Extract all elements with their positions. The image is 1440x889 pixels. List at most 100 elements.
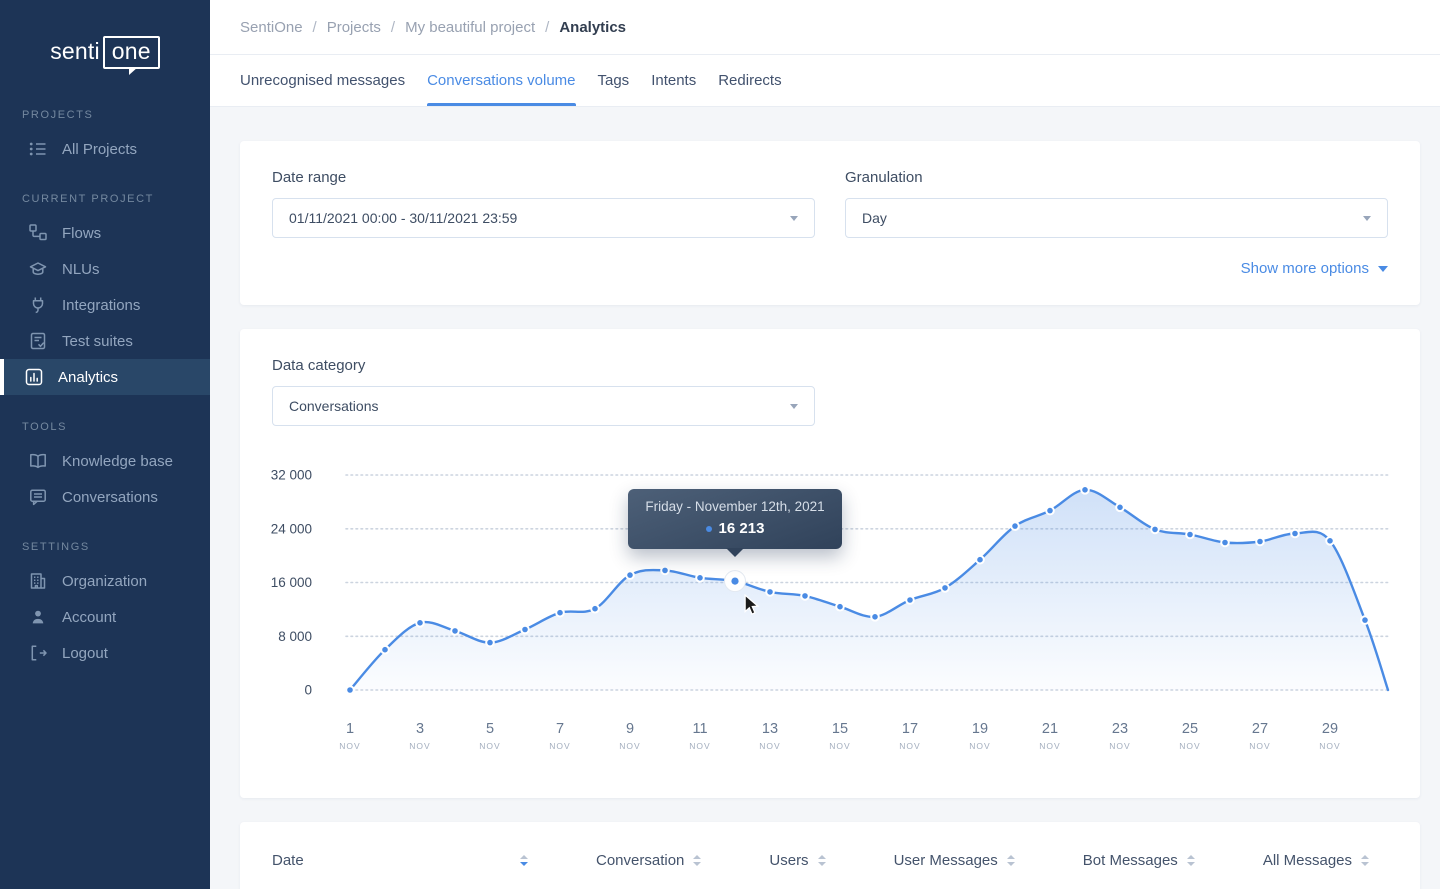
- column-header-date[interactable]: Date: [272, 852, 528, 869]
- sort-arrows-icon[interactable]: [818, 855, 826, 866]
- x-tick-month: NOV: [619, 741, 640, 751]
- sidebar-item-nlus[interactable]: NLUs: [0, 251, 210, 287]
- data-point: [1116, 504, 1124, 512]
- logo-text-senti: senti: [50, 38, 100, 64]
- chart-card: Data category Conversations 08 00016 000…: [240, 329, 1420, 798]
- y-tick-label: 8 000: [278, 629, 312, 644]
- column-header-conversation[interactable]: Conversation: [596, 852, 701, 869]
- sidebar-item-label: Flows: [62, 225, 101, 242]
- sidebar-item-all-projects[interactable]: All Projects: [0, 131, 210, 167]
- sidebar-item-analytics[interactable]: Analytics: [0, 359, 210, 395]
- data-point: [416, 619, 424, 627]
- x-tick-month: NOV: [689, 741, 710, 751]
- conversations-volume-chart[interactable]: 08 00016 00024 00032 0001NOV3NOV5NOV7NOV…: [272, 460, 1388, 770]
- column-header-all-messages[interactable]: All Messages: [1263, 852, 1369, 869]
- column-header-user-messages[interactable]: User Messages: [894, 852, 1015, 869]
- x-tick-day: 5: [486, 721, 494, 737]
- main-area: SentiOne/Projects/My beautiful project/A…: [210, 0, 1440, 889]
- data-point: [1011, 522, 1019, 530]
- date-range-value: 01/11/2021 00:00 - 30/11/2021 23:59: [289, 210, 517, 226]
- app-root: sentione PROJECTSAll ProjectsCURRENT PRO…: [0, 0, 1440, 889]
- date-range-field: Date range 01/11/2021 00:00 - 30/11/2021…: [272, 169, 815, 238]
- x-tick-month: NOV: [1179, 741, 1200, 751]
- chevron-down-icon: [1363, 216, 1371, 221]
- highlighted-point: [731, 578, 738, 585]
- breadcrumb-item-analytics: Analytics: [559, 19, 626, 36]
- tab-redirects[interactable]: Redirects: [718, 55, 781, 106]
- tab-conversations-volume[interactable]: Conversations volume: [427, 55, 575, 106]
- sidebar-item-label: Conversations: [62, 489, 158, 506]
- column-label: All Messages: [1263, 852, 1352, 869]
- x-tick-month: NOV: [969, 741, 990, 751]
- sort-arrows-icon[interactable]: [520, 855, 528, 866]
- show-more-options-link[interactable]: Show more options: [272, 260, 1388, 277]
- data-point: [941, 584, 949, 592]
- breadcrumb-item-my-beautiful-project[interactable]: My beautiful project: [405, 19, 535, 36]
- sidebar-item-account[interactable]: Account: [0, 599, 210, 635]
- column-header-users[interactable]: Users: [769, 852, 825, 869]
- granulation-select[interactable]: Day: [845, 198, 1388, 238]
- data-point: [1326, 537, 1334, 545]
- sidebar-item-label: Logout: [62, 645, 108, 662]
- data-point: [1046, 507, 1054, 515]
- x-tick-day: 19: [972, 721, 988, 737]
- tab-tags[interactable]: Tags: [598, 55, 630, 106]
- data-point: [626, 571, 634, 579]
- data-point: [381, 646, 389, 654]
- chat-bubble-icon: [29, 488, 47, 506]
- data-point: [556, 609, 564, 617]
- granulation-field: Granulation Day: [845, 169, 1388, 238]
- plug-icon: [29, 296, 47, 314]
- data-point: [976, 556, 984, 564]
- sidebar-item-knowledge-base[interactable]: Knowledge base: [0, 443, 210, 479]
- sidebar-section-tools: TOOLS: [0, 395, 210, 443]
- x-tick-day: 27: [1252, 721, 1268, 737]
- data-point: [906, 596, 914, 604]
- column-label: Users: [769, 852, 808, 869]
- data-point: [1081, 486, 1089, 494]
- sidebar-item-conversations[interactable]: Conversations: [0, 479, 210, 515]
- x-tick-day: 1: [346, 721, 354, 737]
- data-category-select[interactable]: Conversations: [272, 386, 815, 426]
- tab-intents[interactable]: Intents: [651, 55, 696, 106]
- sidebar-item-organization[interactable]: Organization: [0, 563, 210, 599]
- tab-unrecognised-messages[interactable]: Unrecognised messages: [240, 55, 405, 106]
- data-point: [766, 588, 774, 596]
- sidebar-item-test-suites[interactable]: Test suites: [0, 323, 210, 359]
- data-point: [696, 574, 704, 582]
- column-label: Date: [272, 852, 304, 869]
- sort-arrows-icon[interactable]: [1361, 855, 1369, 866]
- sidebar-section-settings: SETTINGS: [0, 515, 210, 563]
- sidebar-section-current-project: CURRENT PROJECT: [0, 167, 210, 215]
- sidebar-nav: PROJECTSAll ProjectsCURRENT PROJECTFlows…: [0, 83, 210, 671]
- date-range-select[interactable]: 01/11/2021 00:00 - 30/11/2021 23:59: [272, 198, 815, 238]
- sort-arrows-icon[interactable]: [1007, 855, 1015, 866]
- sidebar-item-integrations[interactable]: Integrations: [0, 287, 210, 323]
- sidebar-item-logout[interactable]: Logout: [0, 635, 210, 671]
- area-fill: [350, 490, 1388, 690]
- sidebar-item-flows[interactable]: Flows: [0, 215, 210, 251]
- list-icon: [29, 140, 47, 158]
- x-tick-month: NOV: [1039, 741, 1060, 751]
- triangle-down-icon: [1378, 266, 1388, 272]
- data-point: [486, 639, 494, 647]
- breadcrumb: SentiOne/Projects/My beautiful project/A…: [240, 19, 626, 36]
- x-tick-month: NOV: [549, 741, 570, 751]
- column-header-bot-messages[interactable]: Bot Messages: [1083, 852, 1195, 869]
- sidebar-item-label: Integrations: [62, 297, 140, 314]
- breadcrumb-item-sentione[interactable]: SentiOne: [240, 19, 303, 36]
- breadcrumb-item-projects[interactable]: Projects: [327, 19, 381, 36]
- x-tick-month: NOV: [1319, 741, 1340, 751]
- sort-arrows-icon[interactable]: [1187, 855, 1195, 866]
- sort-arrows-icon[interactable]: [693, 855, 701, 866]
- sidebar-item-label: NLUs: [62, 261, 100, 278]
- x-tick-day: 9: [626, 721, 634, 737]
- logout-icon: [29, 644, 47, 662]
- column-label: Conversation: [596, 852, 684, 869]
- granulation-label: Granulation: [845, 169, 1388, 186]
- date-range-label: Date range: [272, 169, 815, 186]
- y-tick-label: 24 000: [271, 521, 312, 536]
- sidebar-item-label: Knowledge base: [62, 453, 173, 470]
- data-category-value: Conversations: [289, 398, 379, 414]
- logo-bubble-tail-icon: [129, 67, 138, 75]
